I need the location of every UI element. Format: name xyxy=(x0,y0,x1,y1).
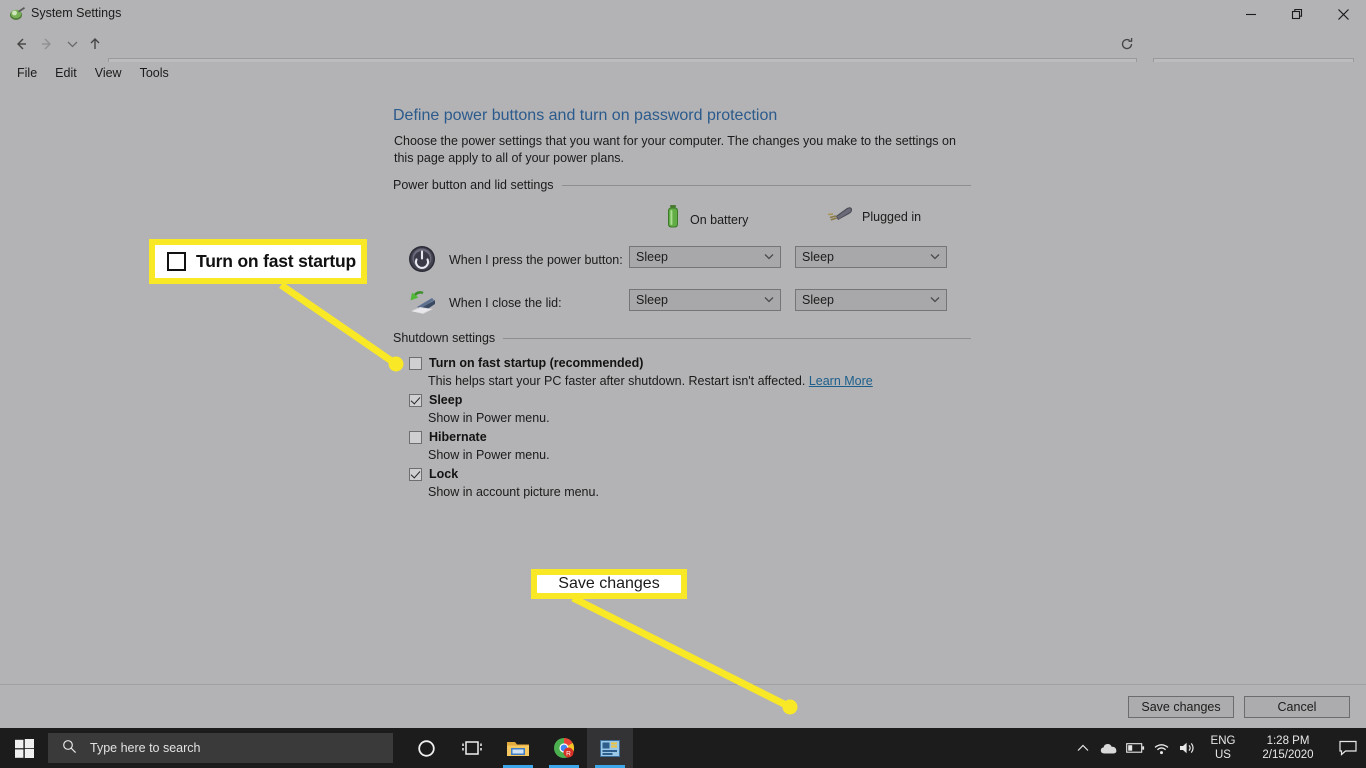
desktop-root: System Settings File Edit View Tools Def… xyxy=(0,0,1366,768)
window-controls xyxy=(1228,0,1366,28)
battery-icon xyxy=(665,204,681,235)
column-header-on-battery: On battery xyxy=(665,204,748,235)
checkbox-sleep[interactable] xyxy=(409,394,422,407)
close-icon[interactable] xyxy=(1320,0,1366,28)
checkbox-row-fast-startup[interactable]: Turn on fast startup (recommended) xyxy=(409,356,643,370)
clock[interactable]: 1:28 PM 2/15/2020 xyxy=(1246,734,1330,762)
restore-icon[interactable] xyxy=(1274,0,1320,28)
dropdown-value: Sleep xyxy=(636,250,668,264)
taskbar-search-box[interactable]: Type here to search xyxy=(48,733,393,763)
window-title: System Settings xyxy=(31,6,122,20)
checkbox-label-fast-startup: Turn on fast startup (recommended) xyxy=(429,356,644,370)
taskbar-app-icons: R xyxy=(403,728,633,768)
menu-item-file[interactable]: File xyxy=(8,64,46,82)
setting-row-power-button: When I press the power button: xyxy=(407,243,623,277)
checkbox-fast-startup[interactable] xyxy=(409,357,422,370)
dropdown-power-button-plugged-in[interactable]: Sleep xyxy=(795,246,947,268)
cancel-button[interactable]: Cancel xyxy=(1244,696,1350,718)
taskbar-search-input[interactable]: Type here to search xyxy=(90,741,200,755)
checkbox-row-lock[interactable]: Lock xyxy=(409,467,458,481)
power-options-icon xyxy=(8,5,26,23)
minimize-icon[interactable] xyxy=(1228,0,1274,28)
cortana-icon[interactable] xyxy=(403,728,449,768)
divider xyxy=(503,337,971,339)
clock-time: 1:28 PM xyxy=(1266,735,1310,747)
window-title-bar: System Settings xyxy=(0,0,1366,28)
chrome-icon[interactable]: R xyxy=(541,728,587,768)
column-header-plugged-in: Plugged in xyxy=(827,204,921,229)
task-view-icon[interactable] xyxy=(449,728,495,768)
clock-date: 2/15/2020 xyxy=(1262,749,1314,761)
dropdown-close-lid-on-battery[interactable]: Sleep xyxy=(629,289,781,311)
action-center-icon[interactable] xyxy=(1330,728,1366,768)
footer-divider xyxy=(0,684,1366,685)
checkbox-label-sleep: Sleep xyxy=(429,393,463,407)
search-icon xyxy=(62,739,77,757)
control-panel-icon[interactable] xyxy=(587,728,633,768)
dropdown-value: Sleep xyxy=(802,293,834,307)
speaker-icon[interactable] xyxy=(1174,728,1200,768)
dropdown-close-lid-plugged-in[interactable]: Sleep xyxy=(795,289,947,311)
save-changes-button[interactable]: Save changes xyxy=(1128,696,1234,718)
page-title: Define power buttons and turn on passwor… xyxy=(393,107,778,124)
battery-icon[interactable] xyxy=(1122,728,1148,768)
back-arrow-icon[interactable] xyxy=(10,33,32,55)
dropdown-power-button-on-battery[interactable]: Sleep xyxy=(629,246,781,268)
checkbox-description-hibernate: Show in Power menu. xyxy=(428,448,550,462)
checkbox-description-sleep: Show in Power menu. xyxy=(428,411,550,425)
windows-logo-icon[interactable] xyxy=(0,728,48,768)
setting-row-close-lid: When I close the lid: xyxy=(407,286,562,320)
group-label: Power button and lid settings xyxy=(393,178,554,192)
checkbox-label-lock: Lock xyxy=(429,467,459,481)
column-label-plugged-in: Plugged in xyxy=(862,209,922,224)
system-tray: ENG US 1:28 PM 2/15/2020 xyxy=(1070,728,1366,768)
group-label: Shutdown settings xyxy=(393,331,496,345)
checkbox-description-fast-startup: This helps start your PC faster after sh… xyxy=(428,374,873,388)
checkbox-hibernate[interactable] xyxy=(409,431,422,444)
checkbox-lock[interactable] xyxy=(409,468,422,481)
footer-button-bar: Save changes Cancel xyxy=(1128,696,1350,718)
language-indicator[interactable]: ENG US xyxy=(1200,734,1246,762)
checkbox-row-hibernate[interactable]: Hibernate xyxy=(409,430,487,444)
menu-bar: File Edit View Tools xyxy=(0,62,1366,84)
checkbox-row-sleep[interactable]: Sleep xyxy=(409,393,462,407)
chevron-down-icon xyxy=(764,252,774,263)
svg-text:R: R xyxy=(566,750,571,757)
menu-item-view[interactable]: View xyxy=(86,64,131,82)
power-plug-icon xyxy=(827,204,853,229)
dropdown-value: Sleep xyxy=(636,293,668,307)
dropdown-value: Sleep xyxy=(802,250,834,264)
group-header-shutdown: Shutdown settings xyxy=(393,331,971,345)
forward-arrow-icon xyxy=(36,33,58,55)
checkbox-label-hibernate: Hibernate xyxy=(429,430,487,444)
divider xyxy=(561,184,971,186)
setting-label-close-lid: When I close the lid: xyxy=(449,296,562,310)
menu-item-tools[interactable]: Tools xyxy=(131,64,178,82)
setting-label-power-button: When I press the power button: xyxy=(449,253,623,267)
file-explorer-icon[interactable] xyxy=(495,728,541,768)
refresh-icon[interactable] xyxy=(1116,33,1138,55)
chevron-down-icon xyxy=(930,252,940,263)
checkbox-description-lock: Show in account picture menu. xyxy=(428,485,599,499)
chevron-down-icon xyxy=(930,295,940,306)
learn-more-link[interactable]: Learn More xyxy=(809,374,873,388)
navigation-bar: › Control Panel › Hardware and Sound › P… xyxy=(0,28,1366,84)
column-label-on-battery: On battery xyxy=(690,212,749,227)
wifi-icon[interactable] xyxy=(1148,728,1174,768)
recent-locations-icon[interactable] xyxy=(61,33,83,55)
chevron-down-icon xyxy=(764,295,774,306)
description-text: This helps start your PC faster after sh… xyxy=(428,374,806,388)
group-header-power-lid: Power button and lid settings xyxy=(393,178,971,192)
taskbar: Type here to search R ENG US 1:28 PM 2/1… xyxy=(0,728,1366,768)
power-button-icon xyxy=(407,244,439,276)
up-arrow-icon[interactable] xyxy=(84,33,106,55)
onedrive-icon[interactable] xyxy=(1096,728,1122,768)
main-content: Define power buttons and turn on passwor… xyxy=(0,88,1366,684)
page-description: Choose the power settings that you want … xyxy=(394,134,956,165)
language-code: ENG xyxy=(1210,735,1236,747)
laptop-lid-icon xyxy=(407,287,439,319)
chevron-up-icon[interactable] xyxy=(1070,728,1096,768)
menu-item-edit[interactable]: Edit xyxy=(46,64,86,82)
language-region: US xyxy=(1215,749,1231,761)
